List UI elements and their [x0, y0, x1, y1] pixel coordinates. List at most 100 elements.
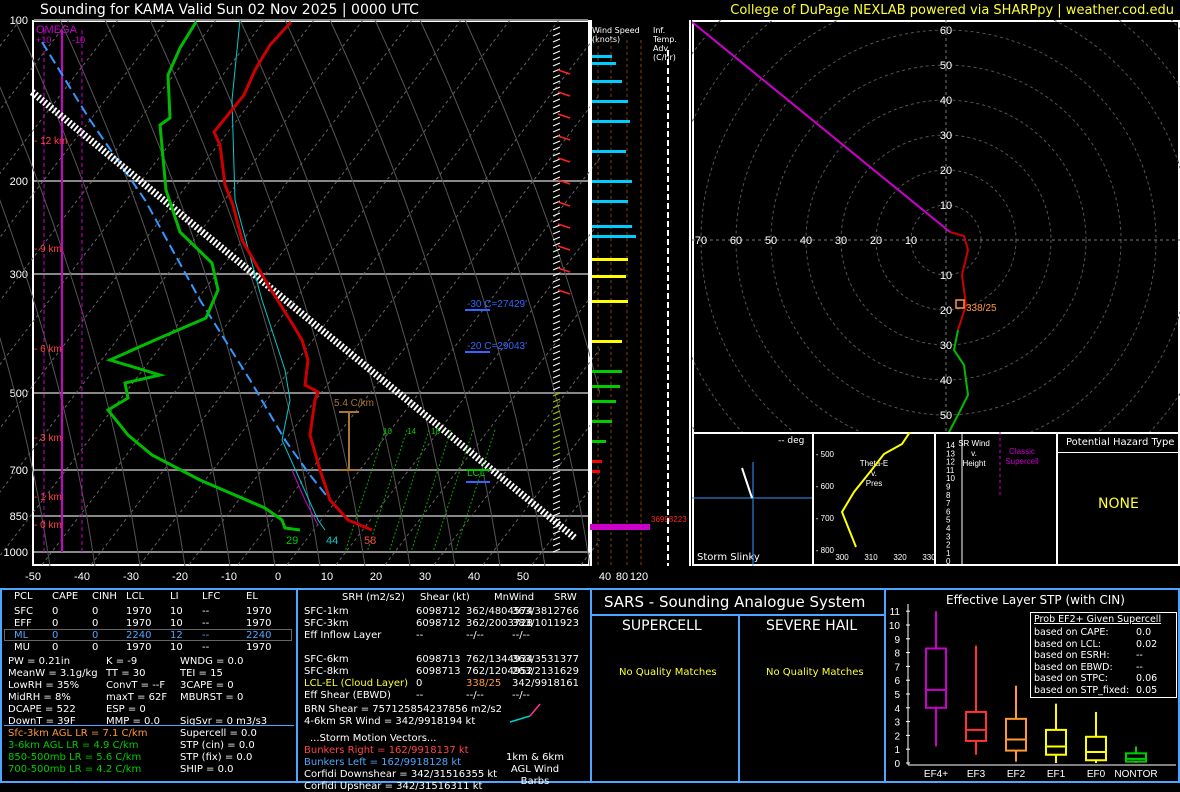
windspeed-sfc-value: 36998223	[651, 515, 687, 524]
windspeed-bar	[592, 225, 632, 228]
stp-y-label: 5	[894, 690, 900, 701]
hodo-axis-label: 10	[905, 235, 917, 247]
index-cell: PW = 0.21in	[8, 656, 71, 667]
hodo-ring-label: 60	[940, 25, 952, 37]
stp-category-label: EF1	[1047, 769, 1066, 780]
prob-value: 0.06	[1136, 673, 1158, 684]
stp-y-label: 11	[890, 607, 901, 618]
prob-label: based on STPC:	[1034, 673, 1108, 684]
windspeed-bar	[592, 150, 626, 153]
parcel-cell: 10	[170, 642, 183, 653]
kinematics-cell: SFC-8km	[304, 666, 349, 677]
kinematics-cell: SFC-6km	[304, 654, 349, 665]
stp-y-label: 10	[889, 621, 901, 632]
composite-cell: STP (fix) = 0.0	[180, 752, 253, 763]
parcel-cell: 10	[170, 606, 183, 617]
hodo-ring-label: 10	[940, 200, 952, 212]
lapse-rate-cell: 850-500mb LR = 5.6 C/km	[8, 752, 142, 763]
theta-e-x-label: 320	[893, 553, 907, 562]
index-cell: TT = 30	[106, 668, 146, 679]
prob-label: based on CAPE:	[1034, 627, 1109, 638]
index-cell: LowRH = 35%	[8, 680, 80, 691]
theta-e-y-label: - 500	[816, 450, 835, 459]
hodo-ring-label: 30	[940, 130, 952, 142]
barb-6km	[529, 703, 541, 717]
parcel-cell: ML	[14, 630, 29, 641]
prob-label: based on EBWD:	[1034, 661, 1113, 673]
kinematics-cell: Eff Inflow Layer	[304, 630, 382, 641]
hodo-ring-label: 20	[940, 165, 952, 177]
parcel-header: CINH	[92, 591, 117, 602]
prob-label: based on LCL:	[1034, 638, 1101, 650]
composite-cell: STP (cin) = 0.0	[180, 740, 255, 751]
windspeed-bar	[592, 80, 622, 83]
hazard-title: Potential Hazard Type	[1066, 437, 1175, 448]
kinematics-cell: 6098712	[416, 618, 461, 629]
indices-separator	[4, 725, 294, 726]
index-cell: K = -9	[106, 656, 138, 667]
windspeed-bar	[592, 275, 626, 278]
index-cell: MBURST = 0	[180, 692, 244, 703]
composite-cell: SHIP = 0.0	[180, 764, 234, 775]
parcel-cell: 2240	[246, 630, 272, 641]
sr-wind-annotation: Supercell	[1005, 457, 1039, 466]
kinematics-cell: 363/3531377	[512, 654, 579, 665]
stp-category-label: EF4+	[924, 769, 948, 780]
prob-value: 0.0	[1136, 627, 1152, 638]
windspeed-bar	[592, 470, 600, 473]
parcel-cell: 1970	[126, 606, 152, 617]
kinematics-cell: 338/25	[466, 678, 502, 689]
hodo-ring	[700, 20, 1180, 434]
parcel-cell: 1970	[246, 642, 272, 653]
theta-e-y-label: - 800	[816, 546, 835, 555]
index-cell: DCAPE = 522	[8, 704, 76, 715]
parcel-cell: 1970	[126, 642, 152, 653]
sr-wind-y-label: 0	[946, 557, 951, 566]
kinematics-cell: 263/2131629	[512, 666, 579, 677]
index-cell: WNDG = 0.0	[180, 656, 244, 667]
parcel-cell: 12	[170, 630, 183, 641]
windspeed-bar	[592, 55, 612, 58]
windspeed-bar	[592, 340, 622, 343]
windspeed-bar	[592, 235, 636, 238]
parcel-header: LFC	[202, 591, 221, 602]
stp-category-label: NONTOR	[1114, 769, 1157, 780]
parcel-cell: --	[202, 618, 210, 629]
parcel-cell: 0	[92, 618, 99, 629]
windspeed-bar	[592, 200, 628, 203]
storm-motion-title: ...Storm Motion Vectors...	[310, 733, 437, 744]
windspeed-bar	[592, 400, 616, 403]
prob-label: based on ESRH:	[1034, 650, 1110, 661]
parcel-cell: --	[202, 642, 210, 653]
hodo-ring-label: 50	[940, 60, 952, 72]
parcel-cell: 0	[52, 630, 59, 641]
bunkers-right: Bunkers Right = 162/9918137 kt	[304, 745, 469, 756]
sars-hail-msg: No Quality Matches	[766, 667, 864, 678]
stp-box	[1005, 717, 1027, 752]
kinematics-cell: 363/3812766	[512, 606, 579, 617]
kinematics-cell: 0	[416, 678, 423, 689]
hodo-axis-label: 50	[765, 235, 777, 247]
stp-category-label: EF3	[967, 769, 986, 780]
hazard-value: NONE	[1098, 496, 1139, 512]
index-cell: ConvT = --F	[106, 680, 166, 691]
sr-wind-title: v.	[971, 449, 977, 458]
barb-1km	[509, 715, 531, 723]
parcel-cell: 0	[52, 618, 59, 629]
stp-y-label: 4	[894, 704, 900, 715]
index-cell: TEI = 15	[180, 668, 223, 679]
sr-wind-annotation: Classic	[1009, 447, 1035, 456]
index-cell: maxT = 62F	[106, 692, 168, 703]
hodo-ring-label: 50	[940, 410, 952, 422]
kinematics-cell: 6098713	[416, 654, 461, 665]
slinky-plot	[692, 462, 814, 566]
kinematics-barbs	[509, 703, 541, 723]
parcel-cell: --	[202, 606, 210, 617]
windspeed-bar	[592, 460, 602, 463]
stp-y-label: 6	[894, 676, 900, 687]
windspeed-bar	[592, 62, 616, 65]
hodo-ring-label: 20	[940, 305, 952, 317]
kinematics-cell: 6098712	[416, 606, 461, 617]
parcel-header: LCL	[126, 591, 145, 602]
prob-value: 0.05	[1136, 684, 1158, 696]
